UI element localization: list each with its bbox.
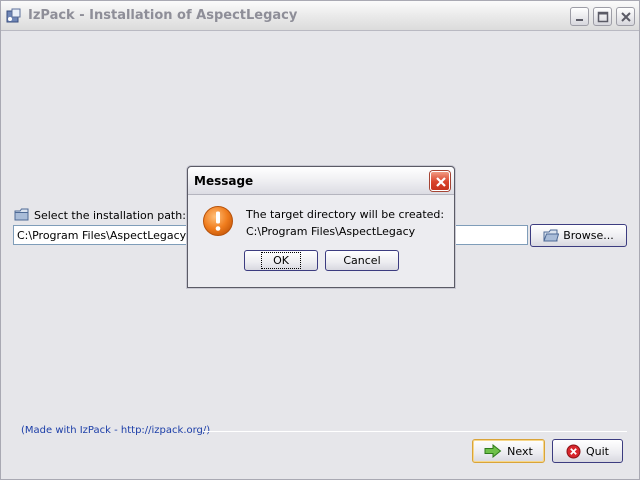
window-titlebar[interactable]: IzPack - Installation of AspectLegacy xyxy=(1,1,639,31)
quit-label: Quit xyxy=(586,444,609,458)
close-icon xyxy=(621,12,631,22)
next-button[interactable]: Next xyxy=(472,439,545,463)
dialog-titlebar[interactable]: Message xyxy=(188,167,454,195)
ok-label: OK xyxy=(261,252,301,269)
next-label: Next xyxy=(507,444,533,458)
folder-open-icon xyxy=(543,229,560,241)
footer-divider xyxy=(203,431,627,432)
path-label-row: Select the installation path: xyxy=(14,207,186,223)
made-with-link[interactable]: (Made with IzPack - http://izpack.org/) xyxy=(21,425,210,436)
installer-window: IzPack - Installation of AspectLegacy Se… xyxy=(0,0,640,480)
ok-button[interactable]: OK xyxy=(244,250,318,271)
dialog-title: Message xyxy=(194,174,254,188)
close-button[interactable] xyxy=(616,7,635,26)
dialog-message-line2: C:\Program Files\AspectLegacy xyxy=(246,225,416,238)
browse-button[interactable]: Browse... xyxy=(530,224,627,247)
cancel-button[interactable]: Cancel xyxy=(325,250,399,271)
message-dialog: Message The target directory will be cre… xyxy=(187,166,455,288)
minimize-button[interactable] xyxy=(570,7,589,26)
minimize-icon xyxy=(576,19,583,21)
cancel-label: Cancel xyxy=(343,254,381,267)
app-icon xyxy=(6,8,21,23)
quit-icon xyxy=(566,444,581,458)
browse-label: Browse... xyxy=(563,229,614,242)
dialog-message-line1: The target directory will be created: xyxy=(246,208,445,221)
window-title: IzPack - Installation of AspectLegacy xyxy=(28,8,298,23)
warning-icon xyxy=(203,206,233,236)
close-icon xyxy=(436,177,446,187)
path-label: Select the installation path: xyxy=(34,208,186,222)
dialog-close-button[interactable] xyxy=(430,171,450,191)
maximize-button[interactable] xyxy=(593,7,612,26)
maximize-icon xyxy=(597,11,609,23)
quit-button[interactable]: Quit xyxy=(552,439,623,463)
folder-icon xyxy=(14,208,29,221)
arrow-right-icon xyxy=(484,444,502,458)
